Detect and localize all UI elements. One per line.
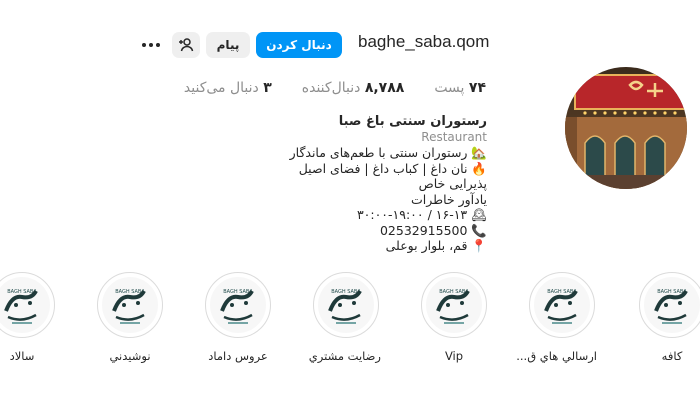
add-user-icon <box>179 38 194 52</box>
profile-avatar[interactable] <box>565 67 687 189</box>
highlight-cover: BAGH SABA <box>313 272 379 338</box>
highlight-item[interactable]: BAGH SABA عروس داماد <box>203 272 273 363</box>
suggest-users-button[interactable] <box>172 32 200 58</box>
highlight-label: کافه <box>661 349 683 363</box>
profile-bio: رستوران سنتی باغ صبا Restaurant 🏡 رستورا… <box>187 114 487 254</box>
bagh-saba-logo-icon: BAGH SABA <box>220 289 254 324</box>
bio-line: 🔥 نان داغ | کباب داغ | فضای اصیل <box>298 160 487 176</box>
bagh-saba-logo-icon: BAGH SABA <box>4 289 38 324</box>
highlight-item[interactable]: BAGH SABA رضایت مشتري <box>308 272 381 363</box>
highlight-cover: BAGH SABA <box>639 272 700 338</box>
following-value: ۳ <box>263 80 272 96</box>
followers-count[interactable]: ۸,۷۸۸ دنبال‌کننده <box>302 80 405 96</box>
posts-label: پست <box>434 80 465 96</box>
following-label: دنبال می‌کنید <box>183 80 259 96</box>
message-button[interactable]: پیام <box>206 32 250 58</box>
profile-category: Restaurant <box>421 129 487 144</box>
highlight-item[interactable]: BAGH SABA سالاد <box>0 272 57 363</box>
highlight-cover: BAGH SABA <box>421 272 487 338</box>
bio-line: پذیرایی خاص <box>418 176 487 191</box>
bagh-saba-logo-icon: BAGH SABA <box>436 289 470 324</box>
highlight-label: ارسالي هاي ق... <box>516 349 597 363</box>
highlight-item[interactable]: BAGH SABA نوشیدني <box>95 272 165 363</box>
profile-name: رستوران سنتی باغ صبا <box>338 114 487 129</box>
followers-label: دنبال‌کننده <box>301 80 361 96</box>
bagh-saba-logo-icon: BAGH SABA <box>654 289 688 324</box>
profile-username: baghe_saba.qom <box>358 32 490 51</box>
highlight-label: سالاد <box>9 349 35 363</box>
highlight-label: رضایت مشتري <box>308 349 381 363</box>
follow-button[interactable]: دنبال کردن <box>256 32 342 58</box>
bio-line: یادآور خاطرات <box>411 191 487 207</box>
profile-stats: ۷۴ پست ۸,۷۸۸ دنبال‌کننده ۳ دنبال می‌کنید <box>184 80 486 96</box>
bagh-saba-logo-icon: BAGH SABA <box>112 289 146 324</box>
bagh-saba-logo-icon: BAGH SABA <box>544 289 578 324</box>
highlight-item[interactable]: BAGH SABA Vip <box>419 272 489 363</box>
following-count[interactable]: ۳ دنبال می‌کنید <box>184 80 272 96</box>
highlight-item[interactable]: BAGH SABA ارسالي هاي ق... <box>516 272 597 363</box>
highlight-cover: BAGH SABA <box>205 272 271 338</box>
highlight-cover: BAGH SABA <box>0 272 55 338</box>
bagh-saba-logo-icon: BAGH SABA <box>328 289 362 324</box>
highlight-label: Vip <box>444 349 464 363</box>
highlight-cover: BAGH SABA <box>529 272 595 338</box>
bio-line: 🏡 رستوران سنتی با طعم‌های ماندگار <box>289 145 487 160</box>
highlight-item[interactable]: BAGH SABA کافه <box>637 272 700 363</box>
posts-value: ۷۴ <box>468 80 486 96</box>
highlight-label: عروس داماد <box>208 349 268 363</box>
highlight-label: نوشیدني <box>109 349 151 363</box>
bio-phone[interactable]: 📞 02532915500 <box>187 223 487 239</box>
posts-count: ۷۴ پست <box>434 80 486 96</box>
more-options-button[interactable] <box>138 32 164 58</box>
bio-hours: 🕰 ۱۶-۱۳ / ۳۰:۰۰-۱۹:۰۰ <box>356 207 487 222</box>
more-horizontal-icon <box>142 43 160 47</box>
restaurant-photo-image <box>565 67 687 189</box>
followers-value: ۸,۷۸۸ <box>364 80 405 96</box>
bio-address: 📍 قم، بلوار بوعلی <box>385 238 487 253</box>
highlight-cover: BAGH SABA <box>97 272 163 338</box>
